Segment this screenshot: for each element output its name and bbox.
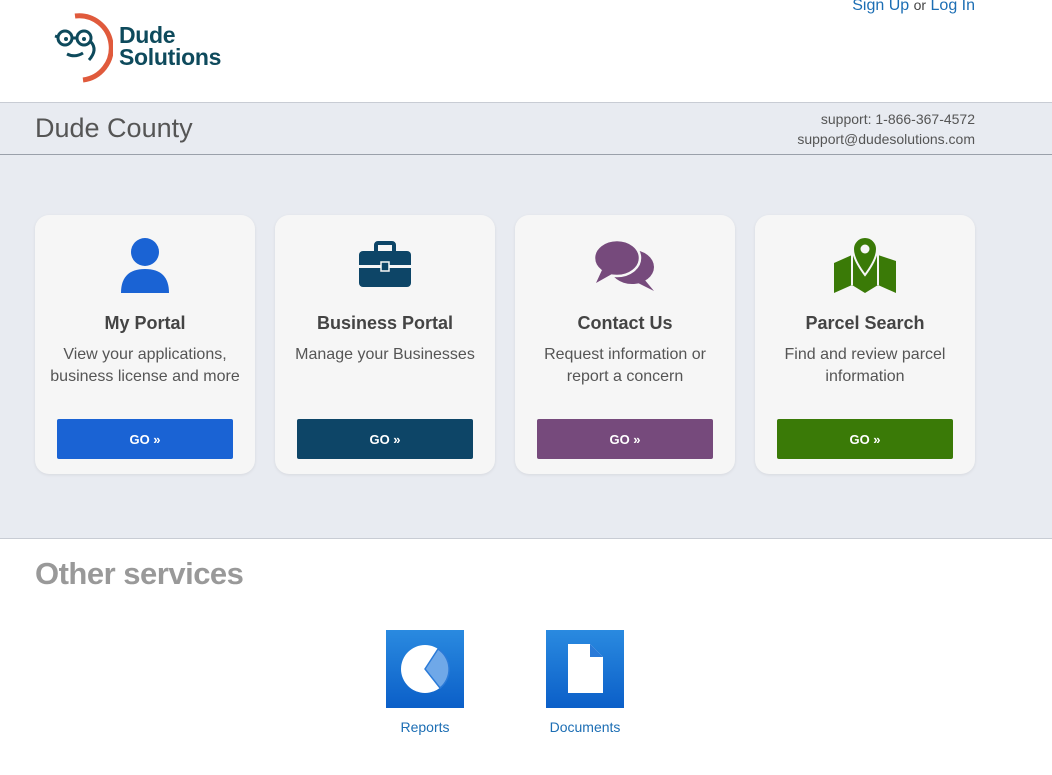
my-portal-go-button[interactable]: GO » [57,419,233,459]
other-services-title: Other services [35,556,243,592]
map-pin-icon [755,235,975,295]
card-parcel-search: Parcel Search Find and review parcel inf… [755,215,975,474]
support-info: support: 1-866-367-4572 support@dudesolu… [797,109,975,149]
card-contact-us: Contact Us Request information or report… [515,215,735,474]
county-bar: Dude County support: 1-866-367-4572 supp… [0,102,1052,155]
support-email: support@dudesolutions.com [797,129,975,149]
card-description: Request information or report a concern [525,344,725,388]
chat-bubbles-icon [515,235,735,295]
logo-face-icon [53,12,113,84]
dude-solutions-logo[interactable]: Dude Solutions [53,12,243,84]
logo-line-1: Dude [119,24,221,46]
documents-service[interactable]: Documents [545,630,625,735]
auth-links: Sign Up or Log In [852,0,975,15]
sign-up-link[interactable]: Sign Up [852,0,909,14]
reports-label[interactable]: Reports [385,719,465,735]
contact-us-go-button[interactable]: GO » [537,419,713,459]
pie-chart-icon[interactable] [386,630,464,708]
card-description: Manage your Businesses [285,344,485,366]
reports-service[interactable]: Reports [385,630,465,735]
documents-label[interactable]: Documents [545,719,625,735]
support-phone: support: 1-866-367-4572 [797,109,975,129]
card-title: My Portal [35,313,255,334]
or-text: or [914,0,926,13]
card-description: Find and review parcel information [765,344,965,388]
county-name: Dude County [35,113,193,144]
briefcase-icon [275,235,495,295]
card-business-portal: Business Portal Manage your Businesses G… [275,215,495,474]
logo-text: Dude Solutions [119,24,221,68]
log-in-link[interactable]: Log In [931,0,975,14]
logo-line-2: Solutions [119,46,221,68]
card-title: Contact Us [515,313,735,334]
card-title: Parcel Search [755,313,975,334]
top-header: Dude Solutions Sign Up or Log In [0,0,1052,102]
card-my-portal: My Portal View your applications, busine… [35,215,255,474]
document-icon[interactable] [546,630,624,708]
card-description: View your applications, business license… [45,344,245,388]
parcel-search-go-button[interactable]: GO » [777,419,953,459]
card-title: Business Portal [275,313,495,334]
user-icon [35,235,255,295]
business-portal-go-button[interactable]: GO » [297,419,473,459]
portal-cards-area: My Portal View your applications, busine… [0,155,1052,539]
